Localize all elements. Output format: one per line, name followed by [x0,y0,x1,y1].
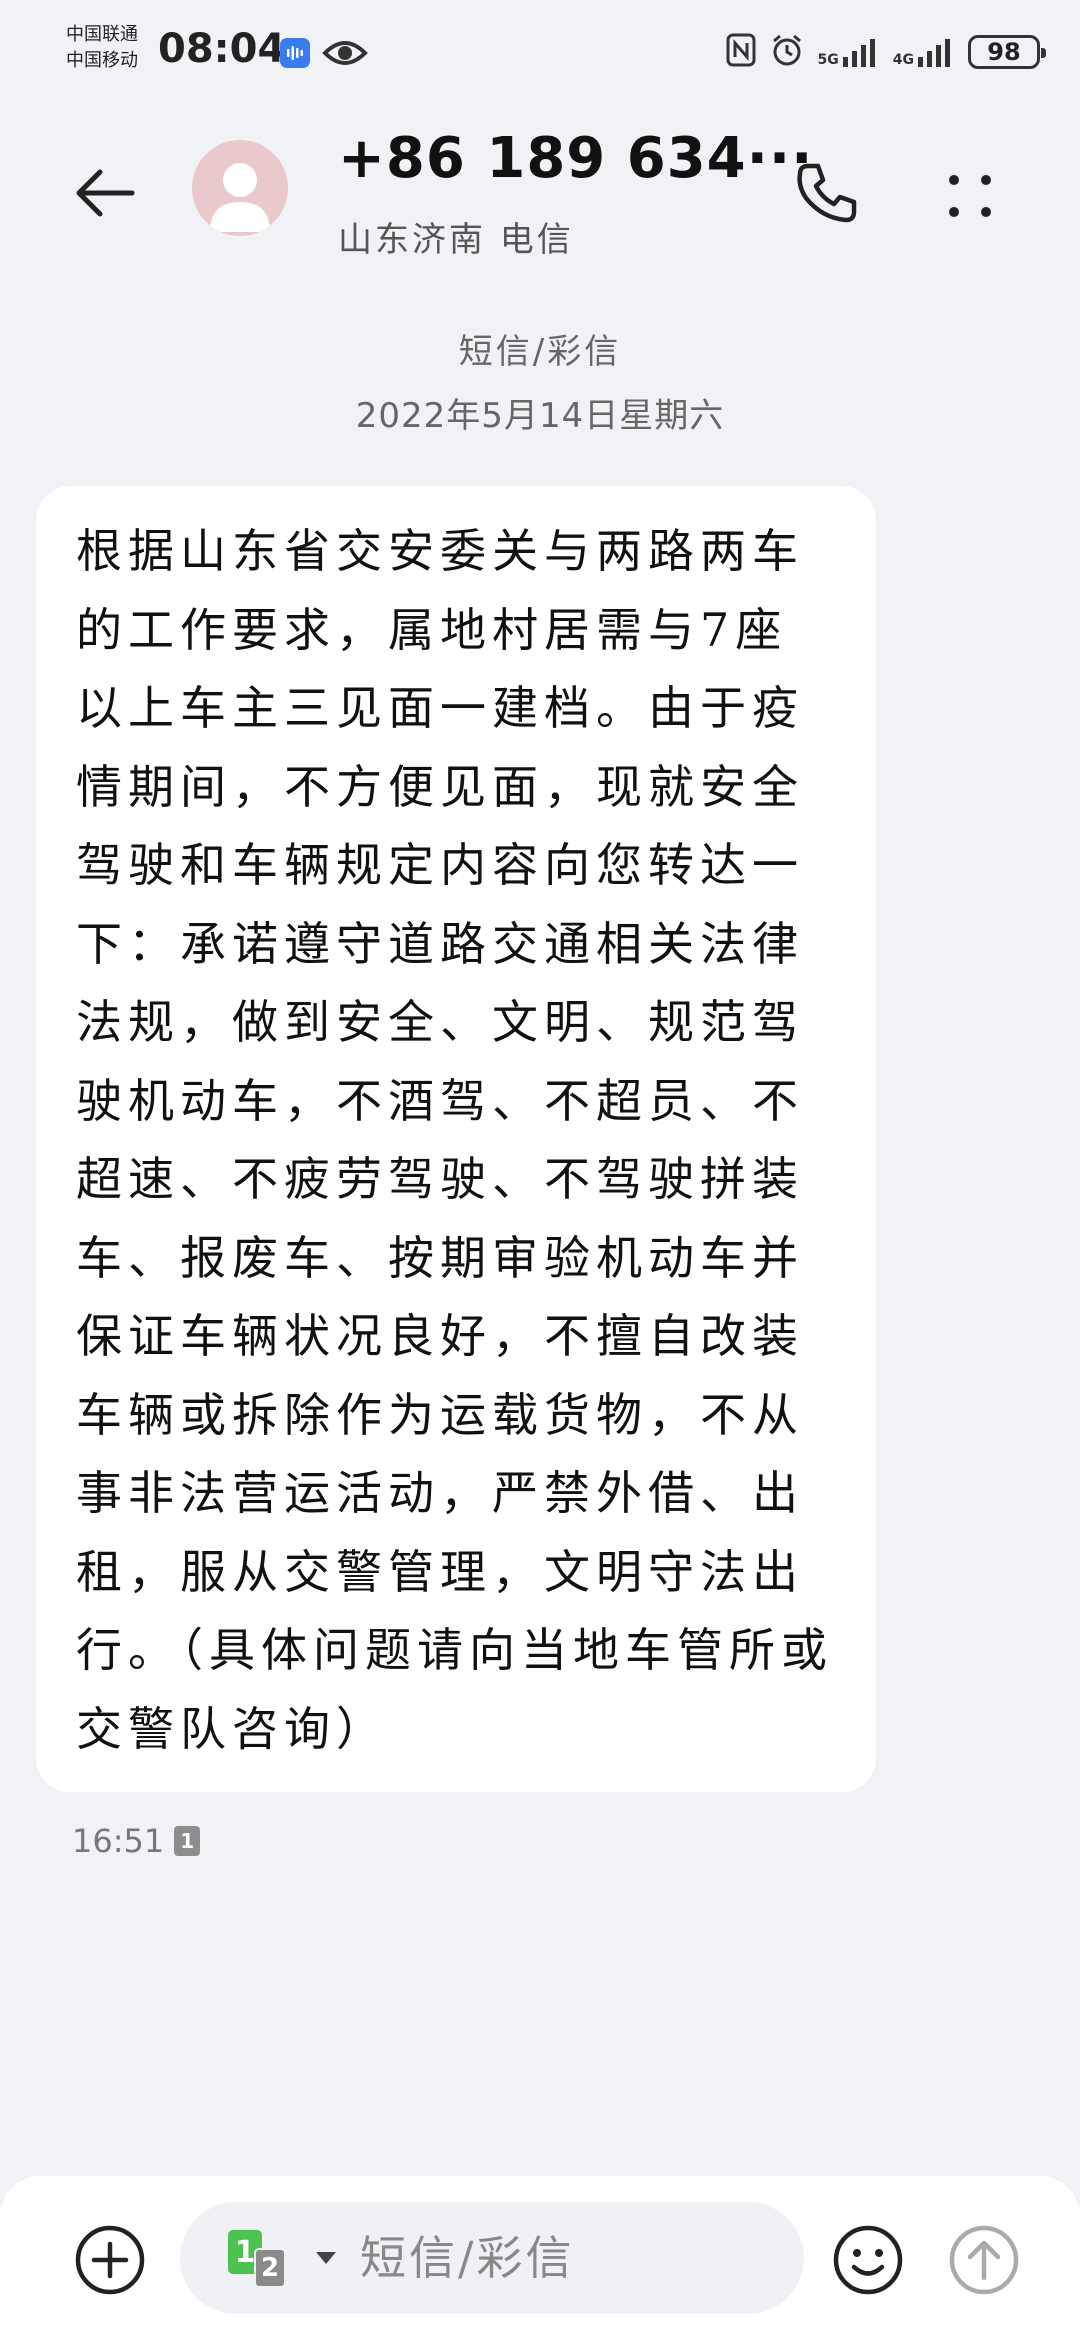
back-button[interactable] [70,158,140,228]
plus-circle-icon [75,2225,145,2295]
signal-5g: 5G [818,37,879,67]
more-icon [949,175,991,217]
net-2-label: 4G [892,52,914,68]
conversation-header: +86 189 634··· 山东济南 电信 [0,120,1080,270]
signal-bars-icon [918,39,950,67]
contact-number[interactable]: +86 189 634··· [338,126,813,191]
battery-indicator: 98 [968,35,1046,69]
phone-icon [797,163,857,223]
message-bubble[interactable]: 根据山东省交安委关与两路两车的工作要求，属地村居需与7座以上车主三见面一建档。由… [36,486,876,1792]
message-time: 16:51 [72,1822,165,1860]
smiley-icon [833,2225,903,2295]
voice-assistant-icon [280,38,310,68]
more-options-button[interactable] [942,160,1002,230]
message-text: 根据山东省交安委关与两路两车的工作要求，属地村居需与7座以上车主三见面一建档。由… [76,524,833,1756]
sim-selector[interactable]: 1 2 [228,2230,336,2290]
status-icons: 5G 4G 98 [726,32,1046,72]
message-meta: 16:51 1 [72,1822,201,1860]
eye-icon [322,36,368,74]
carrier-2: 中国移动 [66,50,138,71]
message-input[interactable] [360,2224,780,2292]
call-button[interactable] [792,158,862,228]
sim-2-icon: 2 [254,2248,286,2288]
add-attachment-button[interactable] [72,2222,148,2298]
nfc-icon [726,33,756,71]
signal-4g: 4G [893,37,954,67]
avatar[interactable] [192,140,288,236]
send-arrow-icon [949,2225,1019,2295]
carrier-labels: 中国联通 中国移动 [66,22,138,74]
send-button[interactable] [946,2222,1022,2298]
status-bar: 中国联通 中国移动 08:04 5G 4G 98 [0,0,1080,100]
thread-type-label: 短信/彩信 [458,332,622,372]
signal-bars-icon [842,39,875,67]
status-time: 08:04 [158,26,286,72]
emoji-button[interactable] [830,2222,906,2298]
net-1-label: 5G [817,52,839,68]
message-input-pill: 1 2 [180,2202,804,2314]
composer-bar: 1 2 [0,2176,1080,2340]
chevron-down-icon [316,2252,336,2264]
back-arrow-icon [76,169,135,217]
contact-location: 山东济南 电信 [338,220,574,260]
sim-card-icon: 1 [174,1826,201,1856]
thread-date-label: 2022年5月14日星期六 [355,396,725,436]
alarm-icon [770,33,804,71]
carrier-1: 中国联通 [66,24,138,45]
person-icon [210,163,270,232]
